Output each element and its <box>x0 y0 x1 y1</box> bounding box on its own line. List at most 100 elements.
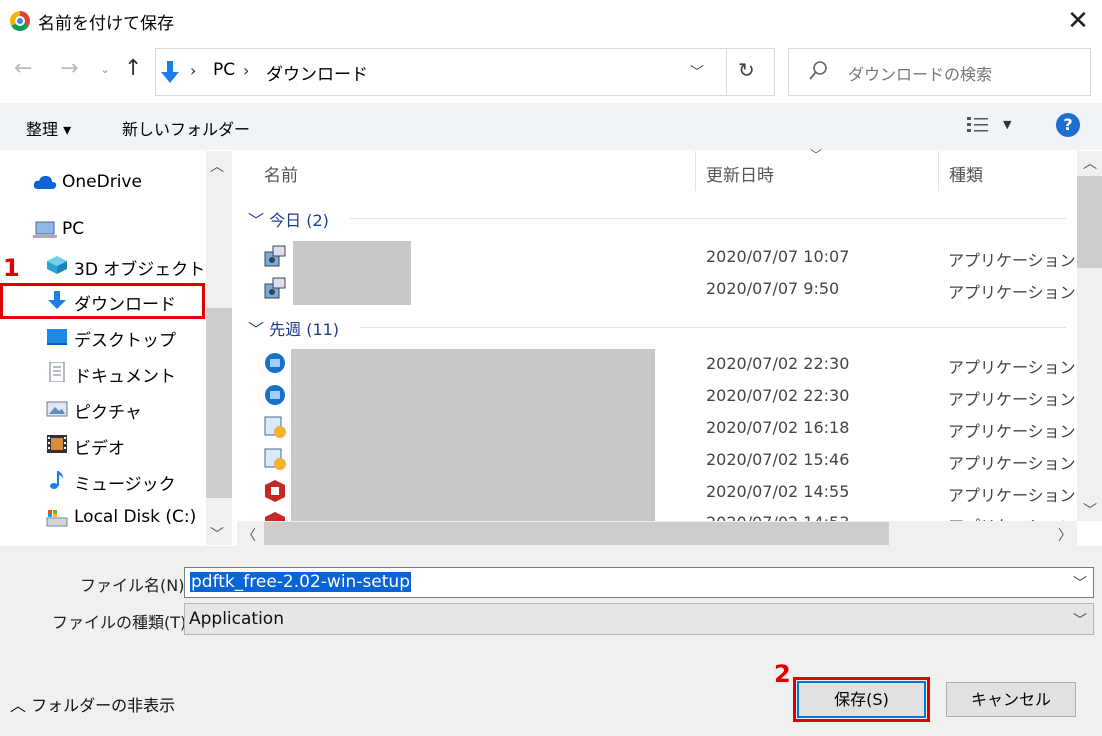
chevron-up-icon: ︿ <box>10 696 27 715</box>
step-1-label: 1 <box>3 254 20 282</box>
chevron-down-icon[interactable]: ﹀ <box>210 524 224 544</box>
cell-date: 2020/07/02 22:30 <box>706 354 850 373</box>
forward-button[interactable]: → <box>60 56 78 81</box>
breadcrumb-pc[interactable]: PC <box>213 60 235 80</box>
sidebar-item-local-disk[interactable]: Local Disk (C:) <box>74 507 196 527</box>
sidebar-item-onedrive[interactable]: OneDrive <box>62 172 142 192</box>
chevron-down-icon[interactable]: ﹀ <box>248 320 264 339</box>
cell-type: アプリケーション <box>948 283 1076 302</box>
horizontal-scrollbar-thumb[interactable] <box>264 522 889 545</box>
step-2-label: 2 <box>774 660 791 688</box>
breadcrumb-separator[interactable]: › <box>243 61 249 80</box>
desktop-icon <box>47 329 67 345</box>
back-button[interactable]: ← <box>14 56 32 81</box>
column-divider[interactable] <box>695 151 696 191</box>
cloud-icon <box>33 175 57 189</box>
group-divider <box>360 327 1066 328</box>
music-note-icon <box>50 471 64 489</box>
sidebar-item-3d-objects[interactable]: 3D オブジェクト <box>74 255 205 280</box>
cell-date: 2020/07/07 10:07 <box>706 247 850 266</box>
refresh-button[interactable]: ↻ <box>738 58 755 82</box>
installer-icon <box>265 353 285 373</box>
cell-type: アプリケーション <box>948 251 1076 270</box>
recent-locations-button[interactable]: ⌄ <box>100 62 110 76</box>
installer-icon <box>265 512 285 521</box>
breadcrumb-separator[interactable]: › <box>190 61 196 80</box>
video-icon <box>47 435 67 453</box>
organize-button[interactable]: 整理 ▾ <box>26 116 71 140</box>
chevron-down-icon[interactable]: ﹀ <box>248 211 264 230</box>
cell-date: 2020/07/02 14:55 <box>706 482 850 501</box>
chevron-down-icon[interactable]: ﹀ <box>1073 573 1087 593</box>
download-arrow-icon <box>161 61 179 83</box>
breadcrumb-downloads[interactable]: ダウンロード <box>266 60 368 85</box>
installer-icon <box>264 416 286 438</box>
cell-type: アプリケーション <box>948 454 1076 473</box>
sort-indicator-icon: ﹀ <box>810 148 823 162</box>
close-button[interactable]: ✕ <box>1058 4 1098 38</box>
group-label: 今日 (2) <box>269 211 329 230</box>
help-button[interactable]: ? <box>1056 113 1080 137</box>
sidebar-item-desktop[interactable]: デスクトップ <box>74 326 176 351</box>
installer-icon <box>264 277 286 299</box>
group-header-last-week[interactable]: ﹀ 先週 (11) <box>248 316 339 340</box>
chevron-right-icon[interactable]: 〉 <box>1058 525 1072 545</box>
chevron-down-icon[interactable]: ﹀ <box>690 62 704 82</box>
cell-type: アプリケーション <box>948 358 1076 377</box>
filename-label: ファイル名(N): <box>80 576 190 595</box>
group-divider <box>350 218 1066 219</box>
cell-date: 2020/07/02 14:53 <box>706 513 849 521</box>
column-header-name[interactable]: 名前 <box>264 161 298 186</box>
column-header-type[interactable]: 種類 <box>949 161 983 186</box>
step-1-highlight <box>0 283 205 319</box>
new-folder-button[interactable]: 新しいフォルダー <box>122 116 250 140</box>
chevron-down-icon[interactable]: ﹀ <box>1073 610 1087 630</box>
cell-date: 2020/07/02 16:18 <box>706 418 850 437</box>
sidebar-item-videos[interactable]: ビデオ <box>74 434 125 459</box>
group-label: 先週 (11) <box>269 320 340 339</box>
cube-icon <box>47 256 67 274</box>
chevron-up-icon[interactable]: ︿ <box>210 156 224 176</box>
chevron-up-icon[interactable]: ︿ <box>1083 153 1097 173</box>
sidebar-item-documents[interactable]: ドキュメント <box>74 362 176 387</box>
installer-icon <box>265 480 285 502</box>
installer-icon <box>264 448 286 470</box>
cell-type: アプリケーション <box>948 513 1076 521</box>
computer-icon <box>33 221 57 238</box>
sidebar-item-pc[interactable]: PC <box>62 219 84 239</box>
filename-value[interactable]: pdftk_free-2.02-win-setup <box>190 572 411 592</box>
cancel-button[interactable]: キャンセル <box>946 682 1076 717</box>
filetype-value[interactable]: Application <box>189 609 284 629</box>
installer-icon <box>265 385 285 405</box>
redacted-filename <box>293 241 411 305</box>
cell-date: 2020/07/02 15:46 <box>706 450 850 469</box>
step-2-highlight <box>793 677 930 722</box>
chrome-icon <box>10 11 30 31</box>
search-placeholder[interactable]: ダウンロードの検索 <box>848 61 992 85</box>
sidebar-item-pictures[interactable]: ピクチャ <box>74 398 142 423</box>
nav-scrollbar-thumb[interactable] <box>206 308 232 498</box>
filetype-select[interactable] <box>184 603 1094 635</box>
partial-row: 2020/07/02 14:53 アプリケーション <box>237 507 1077 521</box>
cell-type: アプリケーション <box>948 390 1076 409</box>
hide-folders-button[interactable]: ︿ フォルダーの非表示 <box>10 692 175 716</box>
vertical-scrollbar-thumb[interactable] <box>1077 176 1102 268</box>
up-button[interactable]: ↑ <box>124 56 142 81</box>
view-dropdown-icon[interactable]: ▼ <box>1003 118 1011 131</box>
chevron-down-icon[interactable]: ﹀ <box>1083 500 1097 520</box>
chevron-left-icon[interactable]: 〈 <box>242 525 256 545</box>
installer-icon <box>264 245 286 267</box>
document-icon <box>49 362 65 382</box>
view-options-icon[interactable] <box>966 114 990 136</box>
group-header-today[interactable]: ﹀ 今日 (2) <box>248 207 329 231</box>
redacted-filename <box>291 349 655 521</box>
sidebar-item-music[interactable]: ミュージック <box>74 470 176 495</box>
cell-type: アプリケーション <box>948 486 1076 505</box>
drive-icon <box>46 510 68 527</box>
hide-folders-label: フォルダーの非表示 <box>31 696 176 715</box>
column-divider[interactable] <box>938 151 939 191</box>
column-header-date[interactable]: 更新日時 <box>706 161 774 186</box>
window-title: 名前を付けて保存 <box>38 14 174 34</box>
cell-date: 2020/07/07 9:50 <box>706 279 840 298</box>
picture-icon <box>46 401 68 417</box>
